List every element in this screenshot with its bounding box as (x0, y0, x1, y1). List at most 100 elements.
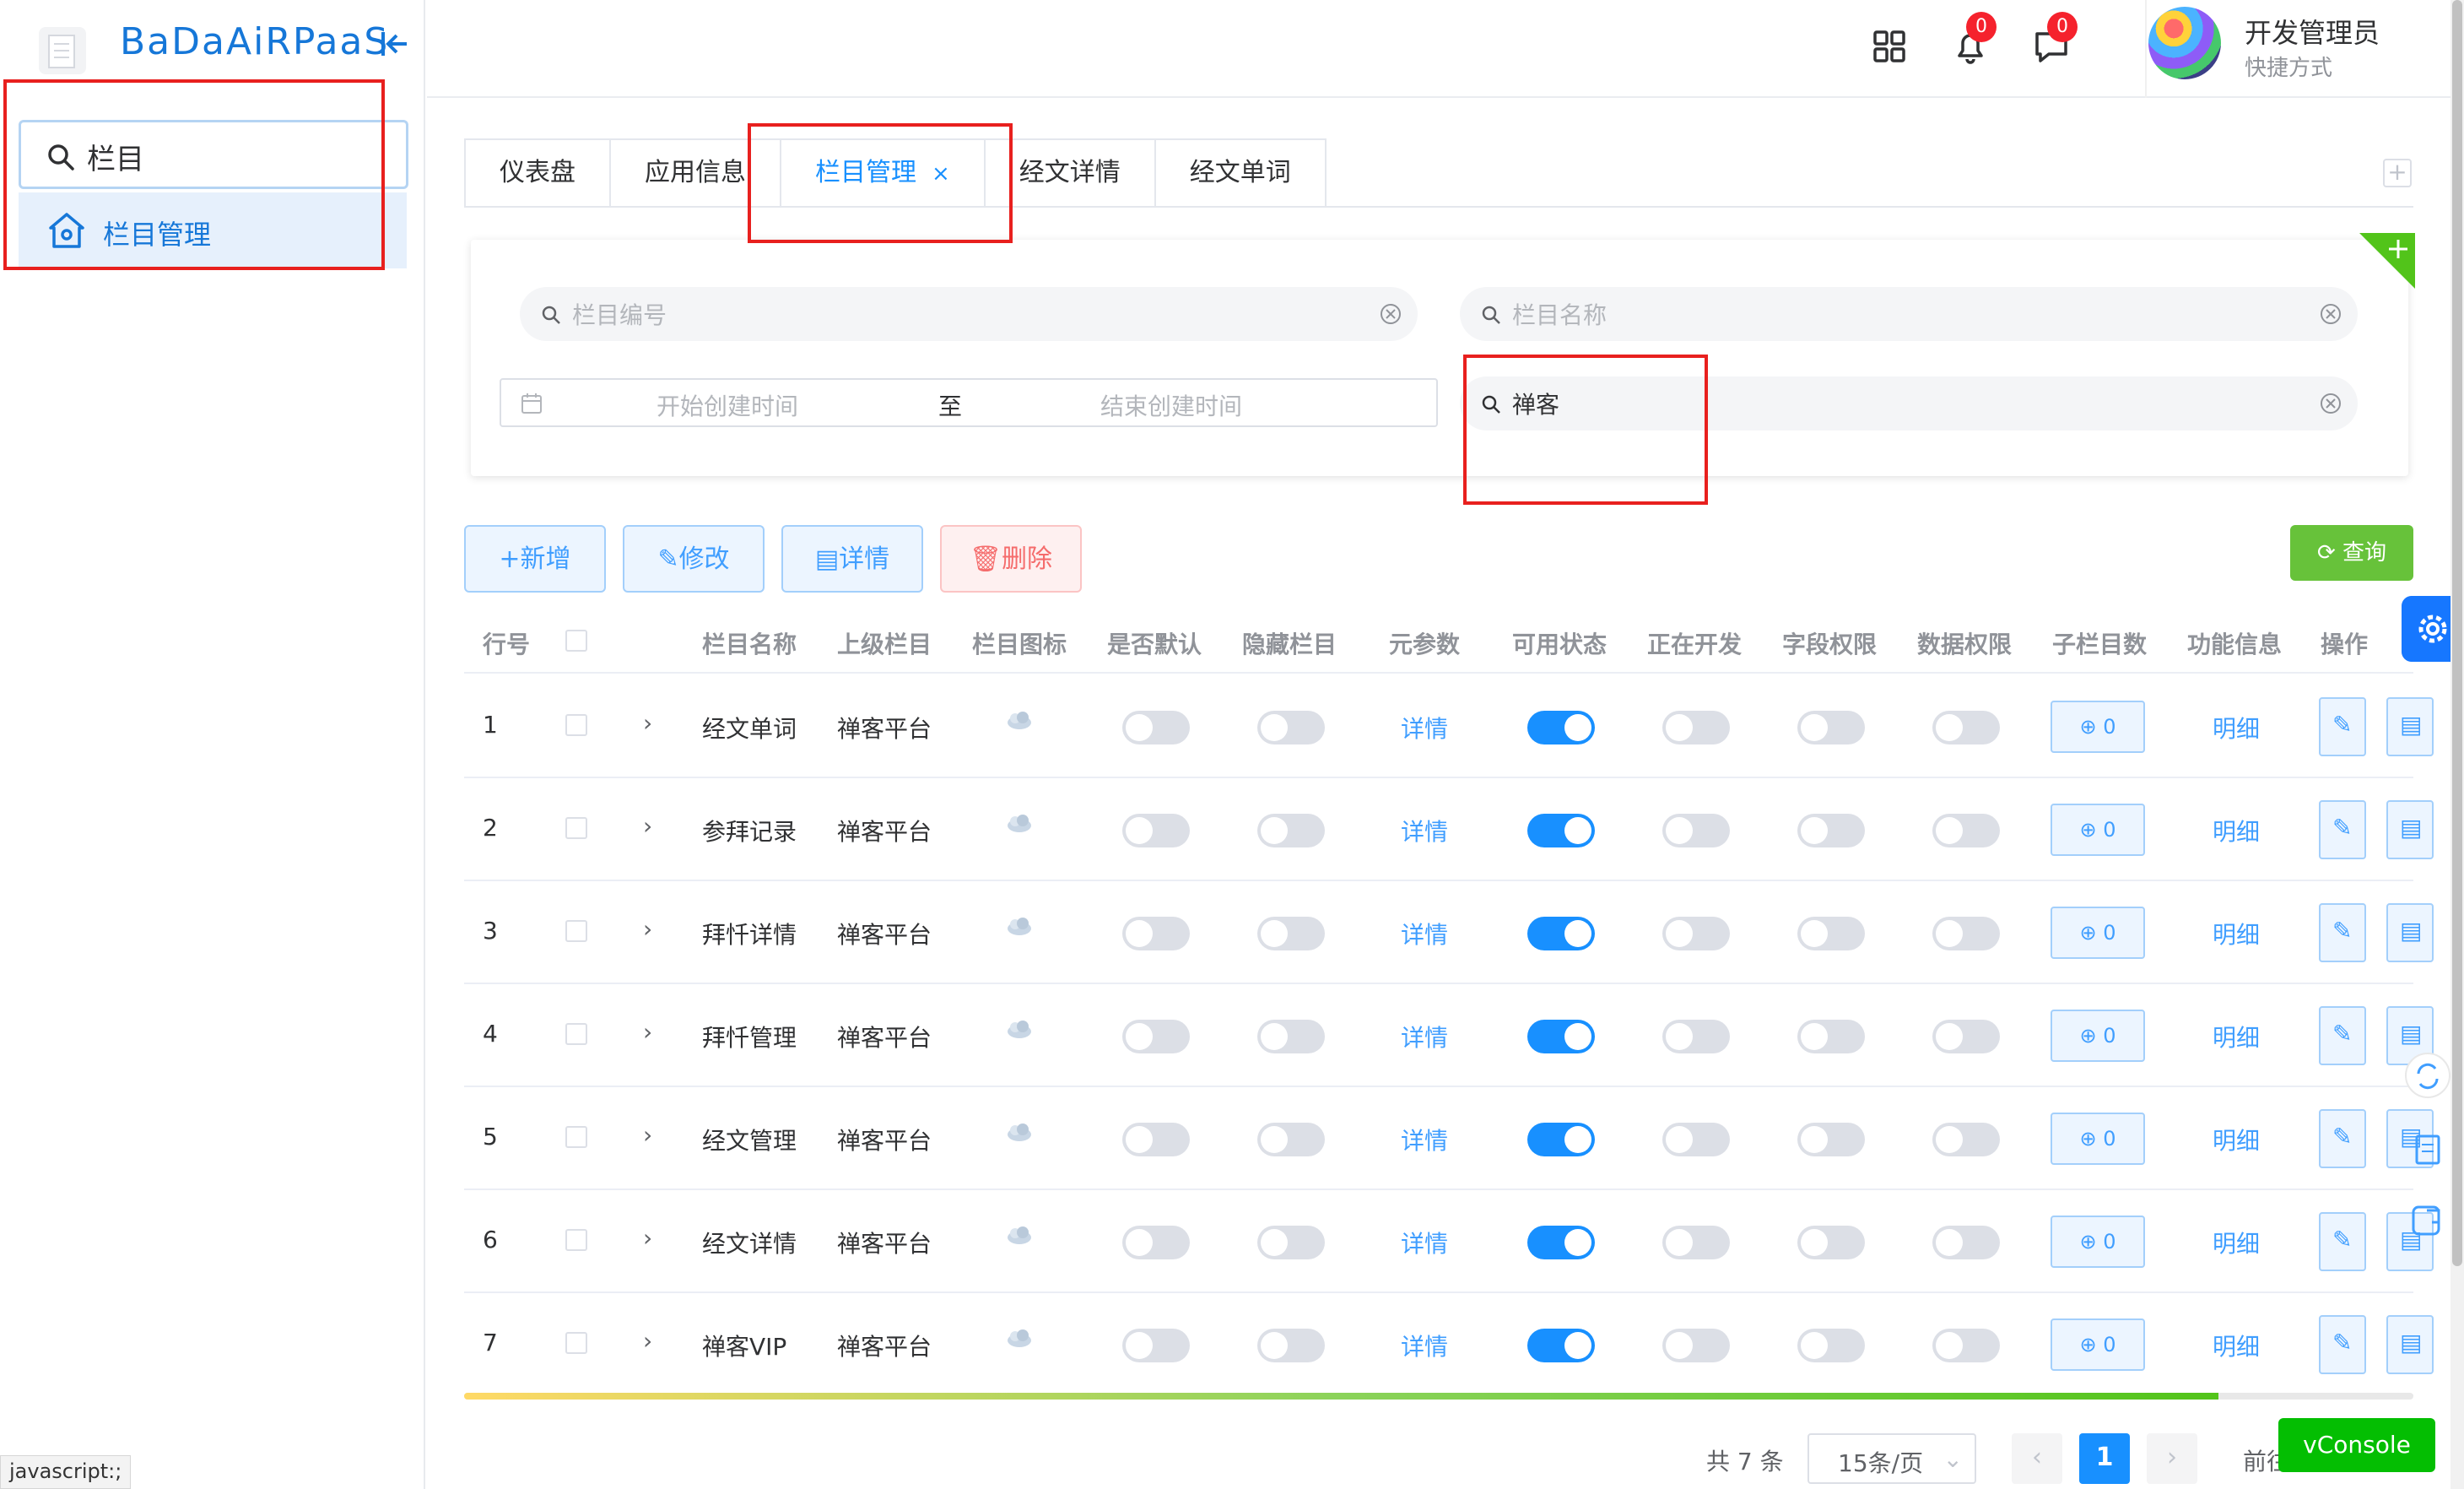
row-edit-button[interactable]: ✎ (2319, 1006, 2366, 1065)
hidden-switch[interactable] (1257, 1123, 1325, 1156)
row-edit-button[interactable]: ✎ (2319, 903, 2366, 962)
in-dev-switch[interactable] (1662, 1329, 1730, 1362)
in-dev-switch[interactable] (1662, 1123, 1730, 1156)
row-checkbox[interactable] (565, 1332, 587, 1354)
func-info-link[interactable]: 明细 (2213, 1226, 2260, 1259)
children-count-button[interactable]: ⊕ 0 (2051, 1010, 2145, 1062)
in-dev-switch[interactable] (1662, 1020, 1730, 1053)
data-permission-switch[interactable] (1932, 1226, 2000, 1259)
expand-chevron-icon[interactable]: › (643, 812, 652, 840)
field-permission-switch[interactable] (1797, 1226, 1865, 1259)
field-permission-switch[interactable] (1797, 814, 1865, 847)
hidden-switch[interactable] (1257, 917, 1325, 950)
expand-filter-icon[interactable] (2359, 233, 2415, 289)
create-time-range-picker[interactable]: 开始创建时间 至 结束创建时间 (500, 378, 1438, 427)
children-count-button[interactable]: ⊕ 0 (2051, 1113, 2145, 1165)
enabled-switch[interactable] (1527, 1226, 1595, 1259)
row-detail-button[interactable]: ▤ (2386, 903, 2434, 962)
start-time-placeholder[interactable]: 开始创建时间 (657, 388, 798, 422)
row-detail-button[interactable]: ▤ (2386, 800, 2434, 859)
clear-icon[interactable] (1379, 302, 1402, 326)
row-detail-button[interactable]: ▤ (2386, 1315, 2434, 1374)
is-default-switch[interactable] (1122, 1329, 1190, 1362)
is-default-switch[interactable] (1122, 1226, 1190, 1259)
enabled-switch[interactable] (1527, 1329, 1595, 1362)
expand-chevron-icon[interactable]: › (643, 1018, 652, 1046)
row-edit-button[interactable]: ✎ (2319, 1212, 2366, 1271)
row-edit-button[interactable]: ✎ (2319, 800, 2366, 859)
end-time-placeholder[interactable]: 结束创建时间 (1100, 388, 1242, 422)
expand-chevron-icon[interactable]: › (643, 915, 652, 943)
is-default-switch[interactable] (1122, 1020, 1190, 1053)
hidden-switch[interactable] (1257, 1226, 1325, 1259)
expand-chevron-icon[interactable]: › (643, 1327, 652, 1355)
children-count-button[interactable]: ⊕ 0 (2051, 701, 2145, 753)
func-info-link[interactable]: 明细 (2213, 917, 2260, 950)
in-dev-switch[interactable] (1662, 917, 1730, 950)
meta-detail-link[interactable]: 详情 (1401, 917, 1448, 950)
select-all-checkbox[interactable] (565, 630, 587, 652)
add-tab-icon[interactable]: + (2383, 159, 2412, 187)
expand-chevron-icon[interactable]: › (643, 1224, 652, 1252)
enabled-switch[interactable] (1527, 1123, 1595, 1156)
clear-icon[interactable] (2319, 302, 2342, 326)
is-default-switch[interactable] (1122, 1123, 1190, 1156)
data-permission-switch[interactable] (1932, 1020, 2000, 1053)
children-count-button[interactable]: ⊕ 0 (2051, 1216, 2145, 1268)
in-dev-switch[interactable] (1662, 711, 1730, 744)
meta-detail-link[interactable]: 详情 (1401, 1020, 1448, 1053)
tab-scripture-words[interactable]: 经文单词 (1156, 140, 1325, 206)
tab-dashboard[interactable]: 仪表盘 (466, 140, 611, 206)
column-name-filter[interactable]: 栏目名称 (1460, 287, 2358, 341)
edit-button[interactable]: ✎修改 (623, 525, 765, 593)
hidden-switch[interactable] (1257, 1329, 1325, 1362)
expand-chevron-icon[interactable]: › (643, 1121, 652, 1149)
data-permission-switch[interactable] (1932, 814, 2000, 847)
children-count-button[interactable]: ⊕ 0 (2051, 1318, 2145, 1371)
row-checkbox[interactable] (565, 1126, 587, 1148)
detail-button[interactable]: ▤详情 (781, 525, 923, 593)
meta-detail-link[interactable]: 详情 (1401, 1123, 1448, 1156)
page-scrollbar-thumb[interactable] (2452, 0, 2462, 1266)
children-count-button[interactable]: ⊕ 0 (2051, 907, 2145, 959)
enabled-switch[interactable] (1527, 1020, 1595, 1053)
next-page-button[interactable]: › (2147, 1433, 2197, 1484)
avatar[interactable] (2148, 7, 2221, 79)
data-permission-switch[interactable] (1932, 917, 2000, 950)
row-checkbox[interactable] (565, 1023, 587, 1045)
page-size-select[interactable]: 15条/页 ⌄ (1807, 1433, 1976, 1484)
horizontal-scroll-bar[interactable] (464, 1393, 2413, 1400)
enabled-switch[interactable] (1527, 917, 1595, 950)
data-permission-switch[interactable] (1932, 711, 2000, 744)
row-checkbox[interactable] (565, 817, 587, 839)
row-checkbox[interactable] (565, 1229, 587, 1251)
func-info-link[interactable]: 明细 (2213, 1020, 2260, 1053)
children-count-button[interactable]: ⊕ 0 (2051, 804, 2145, 856)
add-button[interactable]: +新增 (464, 525, 606, 593)
vconsole-button[interactable]: vConsole (2278, 1418, 2435, 1472)
meta-detail-link[interactable]: 详情 (1401, 814, 1448, 847)
meta-detail-link[interactable]: 详情 (1401, 1226, 1448, 1259)
page-1-button[interactable]: 1 (2079, 1433, 2130, 1484)
func-info-link[interactable]: 明细 (2213, 1329, 2260, 1362)
data-permission-switch[interactable] (1932, 1123, 2000, 1156)
data-permission-switch[interactable] (1932, 1329, 2000, 1362)
expand-chevron-icon[interactable]: › (643, 709, 652, 737)
is-default-switch[interactable] (1122, 814, 1190, 847)
prev-page-button[interactable]: ‹ (2012, 1433, 2062, 1484)
field-permission-switch[interactable] (1797, 1020, 1865, 1053)
user-name[interactable]: 开发管理员 (2245, 12, 2380, 51)
hidden-switch[interactable] (1257, 1020, 1325, 1053)
row-edit-button[interactable]: ✎ (2319, 1109, 2366, 1168)
func-info-link[interactable]: 明细 (2213, 814, 2260, 847)
in-dev-switch[interactable] (1662, 814, 1730, 847)
in-dev-switch[interactable] (1662, 1226, 1730, 1259)
enabled-switch[interactable] (1527, 814, 1595, 847)
hidden-switch[interactable] (1257, 814, 1325, 847)
column-code-filter[interactable]: 栏目编号 (520, 287, 1418, 341)
func-info-link[interactable]: 明细 (2213, 1123, 2260, 1156)
hidden-switch[interactable] (1257, 711, 1325, 744)
row-checkbox[interactable] (565, 714, 587, 736)
is-default-switch[interactable] (1122, 711, 1190, 744)
collapse-sidebar-icon[interactable] (378, 27, 408, 61)
